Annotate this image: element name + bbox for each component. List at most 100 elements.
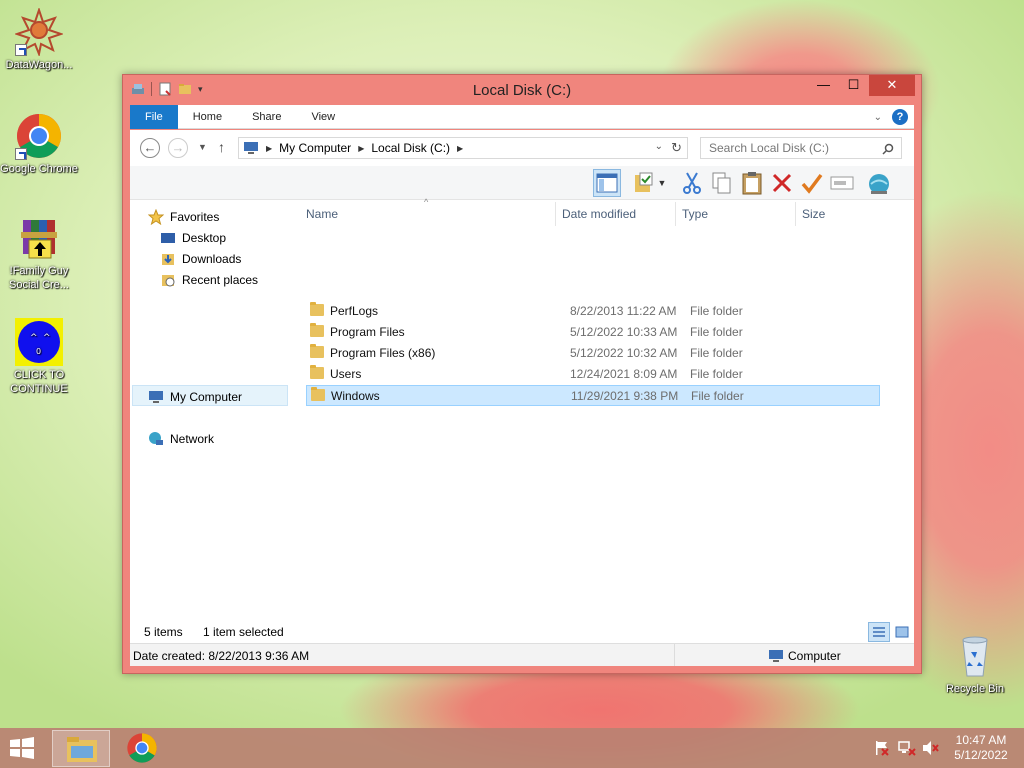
desktop-icon-click-to-continue[interactable]: ^ ^ 0 CLICK TO CONTINUE [0,318,78,396]
taskbar: 10:47 AM 5/12/2022 [0,728,1024,768]
up-button[interactable]: ↑ [218,139,225,155]
column-header-date-modified[interactable]: Date modified [555,202,675,226]
svg-text:^: ^ [43,333,51,343]
file-date: 5/12/2022 10:32 AM [570,346,678,360]
desktop-icon-recycle-bin[interactable]: Recycle Bin [936,632,1014,696]
desktop-icon-label: Recycle Bin [945,683,1005,695]
table-row[interactable]: PerfLogs 8/22/2013 11:22 AM File folder [306,301,880,322]
maximize-button[interactable]: ☐ [840,75,867,96]
nav-my-computer[interactable]: My Computer [148,386,242,407]
column-header-type[interactable]: Type [675,202,795,226]
desktop-icon-label: Google Chrome [0,163,78,175]
nav-favorites-label: Favorites [170,209,220,224]
start-button[interactable] [8,737,38,759]
explorer-window[interactable]: ▾ Local Disk (C:) — ☐ ✕ File Home Share … [122,74,922,674]
desktop-icon [161,232,175,243]
file-type: File folder [690,304,743,318]
file-date: 5/12/2022 10:33 AM [570,325,678,339]
nav-my-computer-label: My Computer [170,389,243,404]
refresh-icon[interactable]: ↻ [671,140,682,156]
copy-button[interactable] [708,169,736,197]
desktop-icon-google-chrome[interactable]: Google Chrome [0,112,78,176]
breadcrumb-separator-icon: ▶ [457,143,464,153]
breadcrumb-my-computer[interactable]: My Computer [279,141,351,155]
network-globe-button[interactable] [865,169,893,197]
expand-ribbon-icon[interactable]: ⌄ [874,112,882,123]
address-dropdown-icon[interactable]: ⌄ [655,141,663,152]
file-type: File folder [690,325,743,339]
table-row[interactable]: Program Files (x86) 5/12/2022 10:32 AM F… [306,343,880,364]
nav-item-downloads[interactable]: Downloads [160,248,241,269]
network-status-icon[interactable] [898,740,916,759]
details-view-button[interactable] [868,622,890,642]
column-header-size[interactable]: Size [795,202,875,226]
file-explorer-icon [67,737,97,762]
folder-properties-icon [635,172,653,192]
downloads-icon [162,253,174,265]
large-icons-view-button[interactable] [892,622,912,642]
tab-file[interactable]: File [130,104,178,129]
recent-locations-icon[interactable]: ▼ [198,142,207,152]
folder-icon [310,365,324,379]
preview-pane-button[interactable] [593,169,621,197]
desktop-icon-datawagon[interactable]: DataWagon... [0,6,78,72]
select-button[interactable] [798,169,826,197]
recycle-bin-icon [951,632,999,680]
breadcrumb-separator-icon: ▶ [358,143,365,153]
preview-pane-icon [596,173,618,193]
table-row-selected[interactable]: Windows 11/29/2021 9:38 PM File folder [306,385,880,406]
desktop-icon-family-guy[interactable]: !Family Guy Social Cre... [0,214,78,292]
breadcrumb-local-disk[interactable]: Local Disk (C:) [371,141,450,155]
large-icons-view-icon [895,626,909,638]
recent-places-icon [162,274,175,286]
help-icon[interactable]: ? [892,109,908,125]
rename-button[interactable] [828,169,856,197]
paste-button[interactable] [738,169,766,197]
forward-button[interactable]: → [168,138,188,158]
selection-count: 1 item selected [203,625,284,639]
cut-button[interactable] [678,169,706,197]
delete-button[interactable] [768,169,796,197]
column-header-name[interactable]: Name [300,202,560,226]
minimize-button[interactable]: — [810,75,837,96]
details-view-icon [873,627,885,637]
nav-item-recent-places[interactable]: Recent places [160,269,258,290]
volume-muted-icon[interactable] [922,740,940,759]
back-button[interactable]: ← [140,138,160,158]
title-bar[interactable]: ▾ Local Disk (C:) — ☐ ✕ [123,75,921,105]
nav-network[interactable]: Network [148,428,214,449]
properties-dropdown-icon[interactable]: ▼ [654,169,670,197]
nav-item-label: Desktop [182,230,227,245]
nav-item-label: Recent places [182,272,259,287]
table-row[interactable]: Program Files 5/12/2022 10:33 AM File fo… [306,322,880,343]
nav-item-desktop[interactable]: Desktop [160,227,226,248]
globe-icon [869,174,889,194]
file-name: Program Files [330,325,405,339]
search-icon[interactable] [882,143,894,155]
ribbon-right-controls: ⌄ ? [874,109,908,125]
tab-view[interactable]: View [296,105,350,129]
details-bar: Date created: 8/22/2013 9:36 AM Computer [130,643,914,666]
action-center-flag-icon[interactable] [874,740,890,759]
windows-logo-icon [10,737,34,759]
window-title: Local Disk (C:) [472,82,572,99]
search-input[interactable]: Search Local Disk (C:) [700,137,902,159]
shortcut-arrow-icon [15,148,27,160]
file-type: File folder [690,367,743,381]
address-field[interactable]: ▶ My Computer ▶ Local Disk (C:) ▶ ⌄ ↻ [238,137,688,159]
file-list-pane: ^ Name Date modified Type Size PerfLogs … [300,197,914,643]
tab-home[interactable]: Home [178,105,237,129]
shortcut-arrow-icon [15,44,27,56]
item-count: 5 items [144,625,183,639]
taskbar-chrome[interactable] [126,732,160,766]
details-divider [674,644,675,666]
scissors-icon [683,172,701,194]
tab-share[interactable]: Share [237,105,296,129]
location-text: Computer [788,649,841,663]
table-row[interactable]: Users 12/24/2021 8:09 AM File folder [306,364,880,385]
nav-favorites[interactable]: Favorites [148,206,219,227]
close-button[interactable]: ✕ [869,75,915,96]
taskbar-file-explorer[interactable] [52,730,110,767]
system-clock[interactable]: 10:47 AM 5/12/2022 [950,733,1012,763]
datawagon-mandala-icon [13,6,65,58]
